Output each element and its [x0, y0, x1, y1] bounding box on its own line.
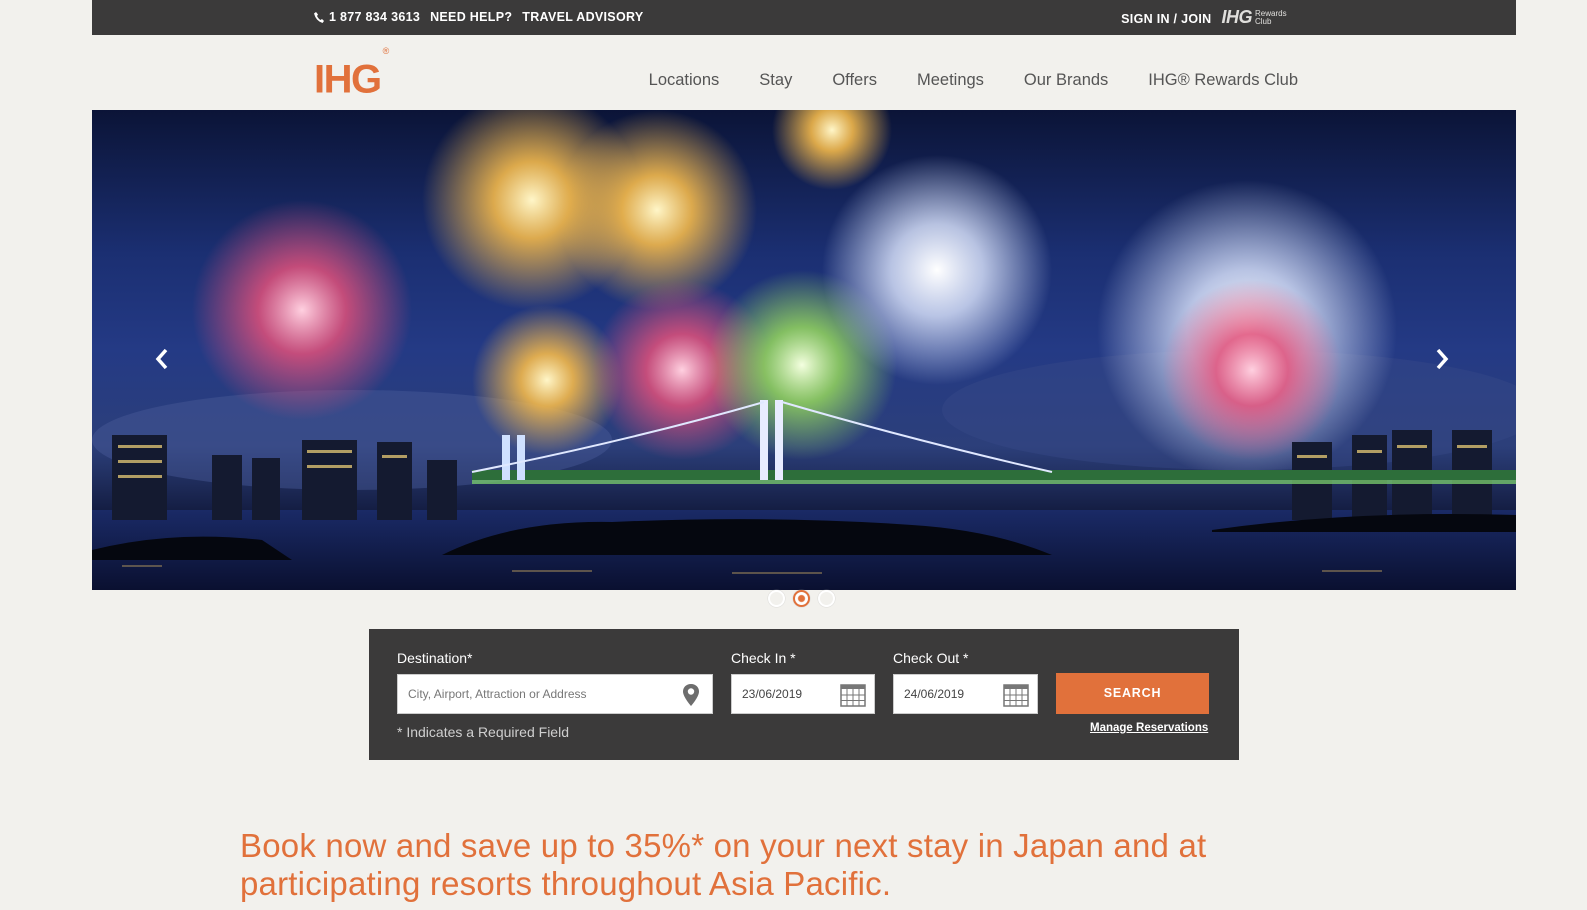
- nav-meetings[interactable]: Meetings: [917, 71, 984, 90]
- manage-reservations-link[interactable]: Manage Reservations: [1090, 722, 1208, 734]
- destination-input[interactable]: City, Airport, Attraction or Address: [397, 674, 713, 714]
- rewards-logo-text: IHG: [1221, 7, 1252, 27]
- nav-offers[interactable]: Offers: [832, 71, 877, 90]
- checkout-date-input[interactable]: 24/06/2019: [893, 674, 1038, 714]
- map-pin-icon[interactable]: [678, 682, 704, 708]
- destination-placeholder: City, Airport, Attraction or Address: [408, 687, 587, 701]
- carousel-dot-3[interactable]: [818, 590, 835, 607]
- calendar-icon[interactable]: [840, 682, 866, 708]
- logo-text: IHG: [314, 57, 382, 102]
- nav-locations[interactable]: Locations: [649, 71, 720, 90]
- checkin-date-input[interactable]: 23/06/2019: [731, 674, 875, 714]
- rewards-club-logo[interactable]: IHG Rewards Club: [1221, 7, 1295, 28]
- hero-image: [92, 110, 1516, 590]
- checkout-label: Check Out *: [893, 650, 969, 666]
- account-area: SIGN IN / JOIN IHG Rewards Club: [1121, 7, 1295, 28]
- phone-icon: [314, 11, 324, 23]
- site-header: IHG® Locations Stay Offers Meetings Our …: [92, 35, 1516, 110]
- utility-bar: 1 877 834 3613 NEED HELP? TRAVEL ADVISOR…: [92, 0, 1516, 35]
- chevron-right-icon[interactable]: [1434, 348, 1450, 370]
- need-help-link[interactable]: NEED HELP?: [430, 10, 512, 24]
- carousel-dot-1[interactable]: [768, 590, 785, 607]
- nav-stay[interactable]: Stay: [759, 71, 792, 90]
- main-nav: Locations Stay Offers Meetings Our Brand…: [649, 71, 1298, 90]
- nav-our-brands[interactable]: Our Brands: [1024, 71, 1108, 90]
- phone-number: 1 877 834 3613: [329, 10, 421, 24]
- required-field-note: * Indicates a Required Field: [397, 724, 569, 740]
- destination-label: Destination*: [397, 650, 473, 666]
- promo-headline: Book now and save up to 35%* on your nex…: [240, 827, 1207, 902]
- checkin-label: Check In *: [731, 650, 796, 666]
- hero-carousel: [92, 110, 1516, 590]
- carousel-dot-2[interactable]: [793, 590, 810, 607]
- rewards-logo-sub: Rewards Club: [1255, 8, 1287, 26]
- hotel-search-panel: Destination* Check In * Check Out * City…: [369, 629, 1239, 760]
- checkin-date-value: 23/06/2019: [742, 687, 803, 701]
- chevron-left-icon[interactable]: [154, 348, 170, 370]
- sign-in-join-link[interactable]: SIGN IN / JOIN: [1121, 12, 1211, 26]
- phone-link[interactable]: 1 877 834 3613: [314, 10, 420, 24]
- travel-advisory-link[interactable]: TRAVEL ADVISORY: [522, 10, 643, 24]
- carousel-dots: [768, 590, 835, 607]
- nav-rewards-club[interactable]: IHG® Rewards Club: [1148, 71, 1298, 90]
- search-button[interactable]: SEARCH: [1056, 673, 1209, 714]
- checkout-date-value: 24/06/2019: [904, 687, 965, 701]
- calendar-icon[interactable]: [1003, 682, 1029, 708]
- utility-links: 1 877 834 3613 NEED HELP? TRAVEL ADVISOR…: [314, 10, 643, 24]
- ihg-logo[interactable]: IHG®: [314, 46, 389, 102]
- registered-mark: ®: [382, 46, 390, 56]
